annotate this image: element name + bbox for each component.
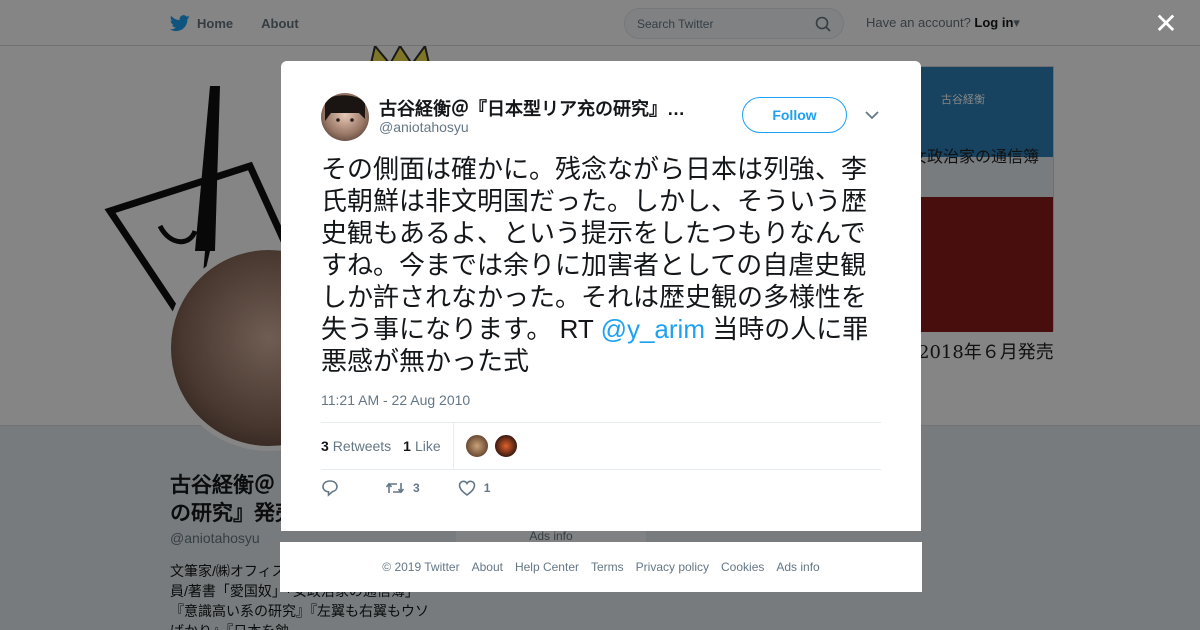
- close-icon[interactable]: ✕: [1154, 10, 1178, 38]
- retweet-button[interactable]: 3: [385, 479, 420, 497]
- retweet-count: 3: [413, 481, 420, 495]
- mention-link[interactable]: @y_arim: [601, 314, 705, 344]
- retweets-label: Retweets: [332, 438, 392, 454]
- reply-icon: [322, 480, 338, 497]
- follow-button[interactable]: Follow: [742, 97, 847, 133]
- tweet-timestamp[interactable]: 11:21 AM - 22 Aug 2010: [321, 392, 470, 408]
- like-button[interactable]: 1: [458, 479, 491, 497]
- avatar-face-illustration: [325, 95, 365, 122]
- author-name[interactable]: 古谷経衡＠『日本型リア充の研究』…: [379, 95, 699, 121]
- retweet-icon: [385, 482, 405, 494]
- reply-button[interactable]: [321, 479, 347, 497]
- author-handle[interactable]: @aniotahosyu: [379, 119, 469, 135]
- footer-link-about[interactable]: About: [472, 560, 503, 574]
- tweet-actions: 3 1: [321, 479, 528, 497]
- modal-footer: © 2019 Twitter About Help Center Terms P…: [280, 542, 922, 592]
- footer-link-cookies[interactable]: Cookies: [721, 560, 764, 574]
- likes-label: Like: [414, 438, 441, 454]
- tweet-text: その側面は確かに。残念ながら日本は列強、李氏朝鮮は非文明国だった。しかし、そうい…: [321, 153, 886, 377]
- footer-link-help-center[interactable]: Help Center: [515, 560, 579, 574]
- footer-copyright: © 2019 Twitter: [382, 560, 460, 574]
- engager-avatar[interactable]: [464, 434, 489, 458]
- retweets-stat[interactable]: 3 Retweets: [321, 438, 391, 454]
- likes-count: 1: [403, 438, 411, 454]
- footer-link-ads-info[interactable]: Ads info: [776, 560, 819, 574]
- tweet-modal: 古谷経衡＠『日本型リア充の研究』… @aniotahosyu Follow その…: [281, 61, 921, 531]
- footer-link-terms[interactable]: Terms: [591, 560, 624, 574]
- likes-stat[interactable]: 1 Like: [403, 438, 440, 454]
- like-count: 1: [483, 481, 491, 495]
- stats-divider: [452, 422, 454, 470]
- heart-icon: [458, 480, 475, 497]
- engager-avatar[interactable]: [493, 434, 518, 458]
- engager-avatars: [464, 434, 523, 458]
- author-avatar[interactable]: [321, 93, 369, 141]
- chevron-down-icon[interactable]: [864, 107, 880, 123]
- tweet-stats: 3 Retweets 1 Like: [321, 422, 881, 470]
- footer-link-privacy[interactable]: Privacy policy: [636, 560, 709, 574]
- retweets-count: 3: [321, 438, 329, 454]
